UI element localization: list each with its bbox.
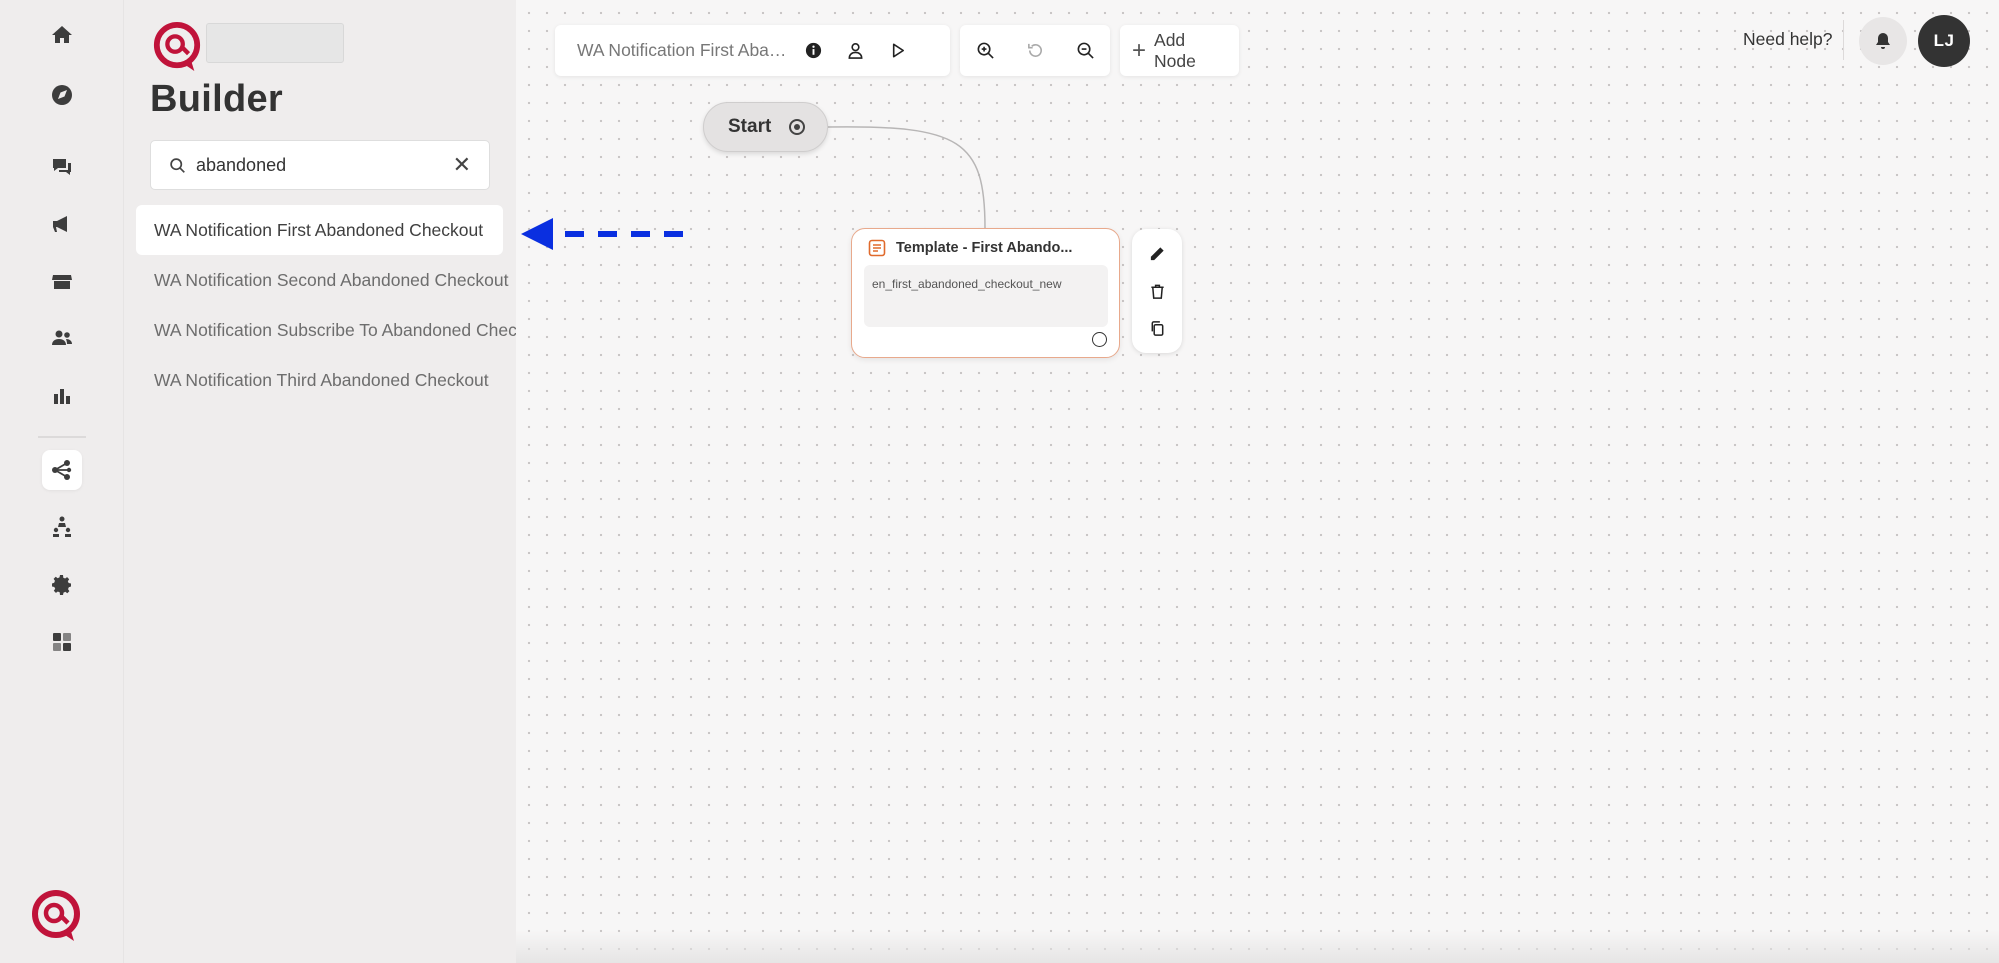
rail-divider [38,436,86,438]
integrations-icon[interactable] [42,622,82,662]
header-divider [1843,20,1844,60]
rocket-icon[interactable] [42,75,82,115]
start-label: Start [728,116,772,137]
gear-icon[interactable] [42,565,82,605]
trash-icon[interactable] [1145,279,1169,303]
user-icon[interactable] [834,30,876,72]
megaphone-icon[interactable] [42,204,82,244]
bar-chart-icon[interactable] [42,376,82,416]
search-icon [169,157,186,174]
icon-rail [0,0,124,963]
home-icon[interactable] [42,15,82,55]
bell-icon [1876,33,1890,49]
reset-zoom-icon[interactable] [1014,30,1056,72]
start-handle-icon[interactable] [789,119,806,135]
template-icon [868,239,886,257]
play-icon[interactable] [876,30,918,72]
flow-builder-icon[interactable] [42,450,82,490]
avatar[interactable]: LJ [1918,15,1970,67]
search-box: ✕ [150,140,490,190]
brand-logo-icon [32,890,80,941]
zoom-out-icon[interactable] [1064,30,1106,72]
flow-list-item[interactable]: WA Notification Second Abandoned Checkou… [136,255,516,305]
store-icon[interactable] [42,262,82,302]
flow-list-panel: Builder ✕ WA Notification First Abandone… [124,0,516,963]
brand-name-placeholder [206,23,344,63]
flow-list-item[interactable]: WA Notification First Abandoned Checkout [136,205,503,255]
zoom-toolbar [960,25,1110,76]
users-icon[interactable] [42,318,82,358]
start-node[interactable]: Start [703,102,828,152]
flow-list: WA Notification First Abandoned Checkout… [136,205,516,405]
clear-search-icon[interactable]: ✕ [453,154,471,176]
node-actions [1132,229,1182,353]
help-link[interactable]: Need help? [1743,29,1833,50]
flow-list-item[interactable]: WA Notification Third Abandoned Checkout [136,355,516,405]
flow-name[interactable]: WA Notification First Abandoned Checkout [577,40,787,61]
notifications-button[interactable] [1859,17,1907,65]
edit-icon[interactable] [1145,241,1169,265]
hierarchy-icon[interactable] [42,507,82,547]
template-node-body: en_first_abandoned_checkout_new [864,265,1108,327]
plus-icon: + [1132,36,1147,64]
add-node-label: Add Node [1154,29,1196,71]
template-node[interactable]: Template - First Abando... en_first_aban… [851,228,1120,358]
chat-icon[interactable] [42,147,82,187]
flow-list-item[interactable]: WA Notification Subscribe To Abandoned C… [136,305,516,355]
canvas-bottom-fade [516,930,1999,963]
zoom-in-icon[interactable] [964,30,1006,72]
duplicate-icon[interactable] [1145,316,1169,340]
brand-logo-icon [153,21,201,71]
node-output-handle[interactable] [1092,332,1107,347]
search-input[interactable] [196,154,453,176]
page-title: Builder [150,78,284,120]
info-icon[interactable] [792,30,834,72]
flow-toolbar: WA Notification First Abandoned Checkout [555,25,950,76]
add-node-button[interactable]: + Add Node [1120,25,1239,76]
template-node-title: Template - First Abando... [896,240,1073,256]
